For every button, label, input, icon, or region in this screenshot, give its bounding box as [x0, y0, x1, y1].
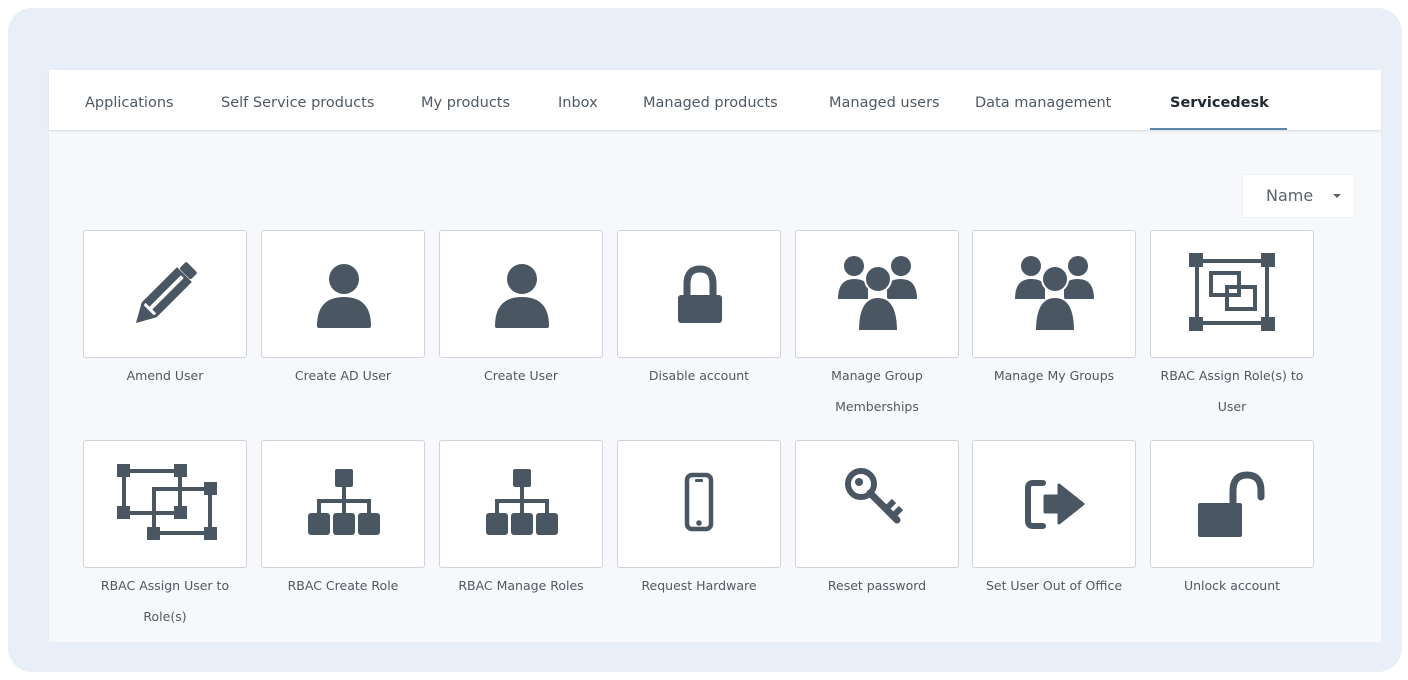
- tile-icon-box: [972, 440, 1136, 568]
- sort-dropdown[interactable]: Name: [1242, 174, 1355, 218]
- tile-label: Request Hardware: [641, 578, 757, 593]
- pencil-icon: [135, 262, 197, 324]
- tile-create-user[interactable]: Create User: [439, 230, 603, 391]
- tile-label: Unlock account: [1183, 578, 1281, 593]
- tile-rbac-assign-user-to-roles[interactable]: RBAC Assign User to Role(s): [83, 440, 247, 632]
- tile-icon-box: [439, 230, 603, 358]
- users-group-icon: [838, 256, 917, 332]
- tab-my-products[interactable]: My products: [421, 70, 510, 130]
- tile-icon-box: [261, 230, 425, 358]
- tile-label: Create User: [484, 368, 558, 383]
- tab-data-management[interactable]: Data management: [975, 70, 1111, 130]
- tile-rbac-assign-roles-to-user[interactable]: RBAC Assign Role(s) to User: [1150, 230, 1314, 422]
- tile-label: Amend User: [126, 368, 204, 383]
- tab-servicedesk[interactable]: Servicedesk: [1150, 70, 1287, 130]
- tab-self-service-products[interactable]: Self Service products: [221, 70, 374, 130]
- tile-icon-box: [261, 440, 425, 568]
- tile-icon-box: [439, 440, 603, 568]
- tile-rbac-create-role[interactable]: RBAC Create Role: [261, 440, 425, 601]
- sitemap-icon: [486, 469, 558, 535]
- tile-label: Disable account: [648, 368, 750, 383]
- tile-unlock-account[interactable]: Unlock account: [1150, 440, 1314, 601]
- key-icon: [845, 468, 904, 524]
- tile-icon-box: [795, 440, 959, 568]
- tile-create-ad-user[interactable]: Create AD User: [261, 230, 425, 391]
- object-ungroup-icon: [117, 464, 217, 540]
- tile-icon-box: [1150, 440, 1314, 568]
- user-icon: [317, 264, 371, 328]
- tile-manage-group-memberships[interactable]: Manage Group Memberships: [795, 230, 959, 422]
- tile-disable-account[interactable]: Disable account: [617, 230, 781, 391]
- top-nav: Applications Self Service products My pr…: [49, 70, 1381, 131]
- tile-amend-user[interactable]: Amend User: [83, 230, 247, 391]
- tile-icon-box: [83, 440, 247, 568]
- sitemap-icon: [308, 469, 380, 535]
- tile-label: Set User Out of Office: [985, 578, 1123, 593]
- object-group-icon: [1189, 253, 1275, 331]
- tile-label: Manage Group Memberships: [831, 368, 923, 414]
- tile-label: RBAC Assign User to Role(s): [100, 578, 230, 624]
- tile-icon-box: [972, 230, 1136, 358]
- tile-label: RBAC Manage Roles: [458, 578, 584, 593]
- user-icon: [495, 264, 549, 328]
- tile-icon-box: [1150, 230, 1314, 358]
- tab-applications[interactable]: Applications: [85, 70, 174, 130]
- users-group-icon: [1015, 256, 1094, 332]
- tile-label: Create AD User: [294, 368, 392, 383]
- tile-icon-box: [617, 440, 781, 568]
- lock-icon: [678, 265, 722, 323]
- main-panel: Applications Self Service products My pr…: [49, 70, 1381, 642]
- sort-label: Name: [1266, 186, 1314, 205]
- tile-icon-box: [83, 230, 247, 358]
- tile-set-user-out-of-office[interactable]: Set User Out of Office: [972, 440, 1136, 601]
- tile-icon-box: [617, 230, 781, 358]
- sign-out-icon: [1025, 480, 1085, 529]
- tile-reset-password[interactable]: Reset password: [795, 440, 959, 601]
- tile-manage-my-groups[interactable]: Manage My Groups: [972, 230, 1136, 391]
- caret-down-icon: [1333, 194, 1341, 198]
- tile-request-hardware[interactable]: Request Hardware: [617, 440, 781, 601]
- unlock-icon: [1198, 471, 1265, 537]
- tab-inbox[interactable]: Inbox: [558, 70, 598, 130]
- tile-label: Manage My Groups: [993, 368, 1115, 383]
- tile-label: RBAC Assign Role(s) to User: [1160, 368, 1304, 414]
- tile-label: RBAC Create Role: [287, 578, 399, 593]
- mobile-icon: [684, 472, 714, 532]
- tab-managed-users[interactable]: Managed users: [829, 70, 940, 130]
- tab-managed-products[interactable]: Managed products: [643, 70, 778, 130]
- page-frame: Applications Self Service products My pr…: [8, 8, 1402, 672]
- tile-label: Reset password: [827, 578, 927, 593]
- tile-rbac-manage-roles[interactable]: RBAC Manage Roles: [439, 440, 603, 601]
- tile-icon-box: [795, 230, 959, 358]
